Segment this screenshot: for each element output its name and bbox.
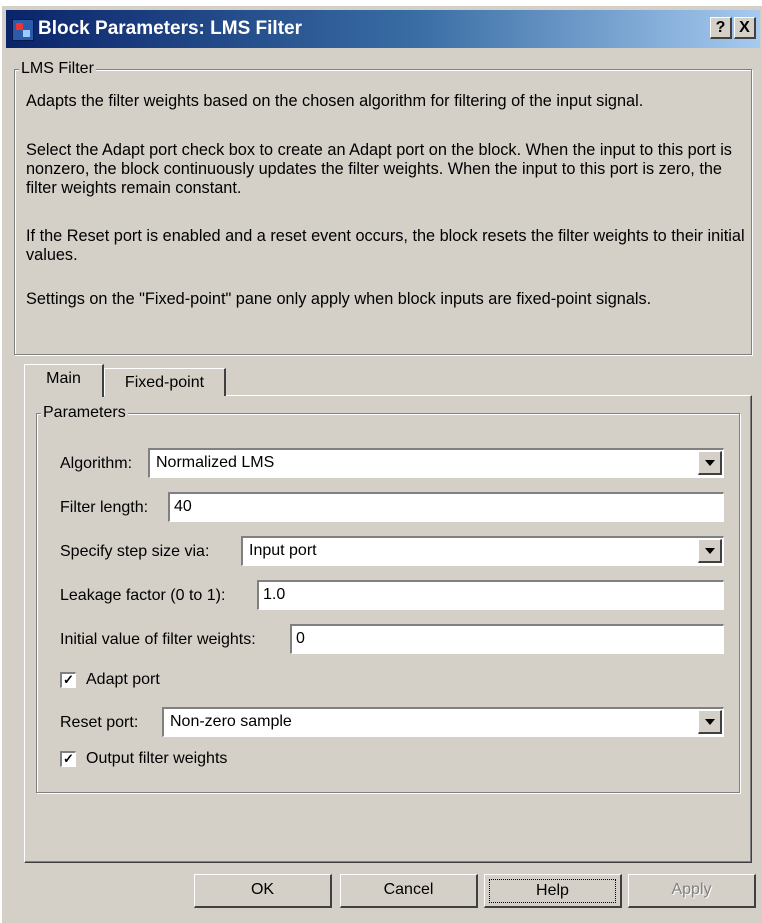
step-size-label: Specify step size via: xyxy=(60,543,210,560)
initial-weights-input[interactable]: 0 xyxy=(290,624,724,654)
reset-port-value: Non-zero sample xyxy=(170,713,292,730)
chevron-down-icon[interactable] xyxy=(698,539,722,563)
simulink-block-icon xyxy=(12,19,34,41)
filter-length-label: Filter length: xyxy=(60,499,149,516)
output-weights-label[interactable]: Output filter weights xyxy=(86,749,227,769)
description-paragraph-2: Select the Adapt port check box to creat… xyxy=(26,141,732,197)
apply-button[interactable]: Apply xyxy=(628,874,756,908)
apply-label: Apply xyxy=(671,881,712,898)
help-button[interactable]: Help xyxy=(484,874,622,908)
initial-weights-label: Initial value of filter weights: xyxy=(60,631,256,648)
algorithm-value: Normalized LMS xyxy=(156,454,275,471)
parameters-legend: Parameters xyxy=(41,404,128,422)
output-weights-checkbox[interactable]: ✓ xyxy=(60,751,76,767)
ok-label: OK xyxy=(250,881,275,898)
chevron-down-icon[interactable] xyxy=(698,451,722,475)
description-paragraph-4: Settings on the "Fixed-point" pane only … xyxy=(26,290,652,308)
description-legend: LMS Filter xyxy=(19,60,96,78)
description-paragraph-1: Adapts the filter weights based on the c… xyxy=(26,92,644,110)
ok-button[interactable]: OK xyxy=(194,874,332,908)
leakage-factor-label: Leakage factor (0 to 1): xyxy=(60,587,226,604)
window-title: Block Parameters: LMS Filter xyxy=(38,18,302,39)
context-help-button[interactable]: ? xyxy=(710,17,732,39)
adapt-port-checkbox[interactable]: ✓ xyxy=(60,672,76,688)
cancel-label: Cancel xyxy=(383,881,434,898)
algorithm-label: Algorithm: xyxy=(60,455,133,472)
close-button[interactable]: X xyxy=(734,17,756,39)
description-paragraph-3: If the Reset port is enabled and a reset… xyxy=(26,227,745,264)
reset-port-label: Reset port: xyxy=(60,714,139,731)
tab-main[interactable]: Main xyxy=(24,364,104,397)
chevron-down-icon[interactable] xyxy=(698,710,722,734)
cancel-button[interactable]: Cancel xyxy=(340,874,478,908)
title-bar[interactable]: Block Parameters: LMS Filter ? X xyxy=(6,10,760,48)
reset-port-select[interactable]: Non-zero sample xyxy=(162,707,724,737)
leakage-factor-input[interactable]: 1.0 xyxy=(257,580,724,610)
description-group: LMS Filter xyxy=(14,60,752,355)
adapt-port-label[interactable]: Adapt port xyxy=(86,670,160,690)
step-size-select[interactable]: Input port xyxy=(241,536,724,566)
dialog-window: Block Parameters: LMS Filter ? X LMS Fil… xyxy=(2,6,762,923)
help-label: Help xyxy=(489,879,616,903)
filter-length-input[interactable]: 40 xyxy=(168,492,724,522)
step-size-value: Input port xyxy=(249,542,317,559)
tab-fixed-point[interactable]: Fixed-point xyxy=(104,368,226,396)
algorithm-select[interactable]: Normalized LMS xyxy=(148,448,724,478)
